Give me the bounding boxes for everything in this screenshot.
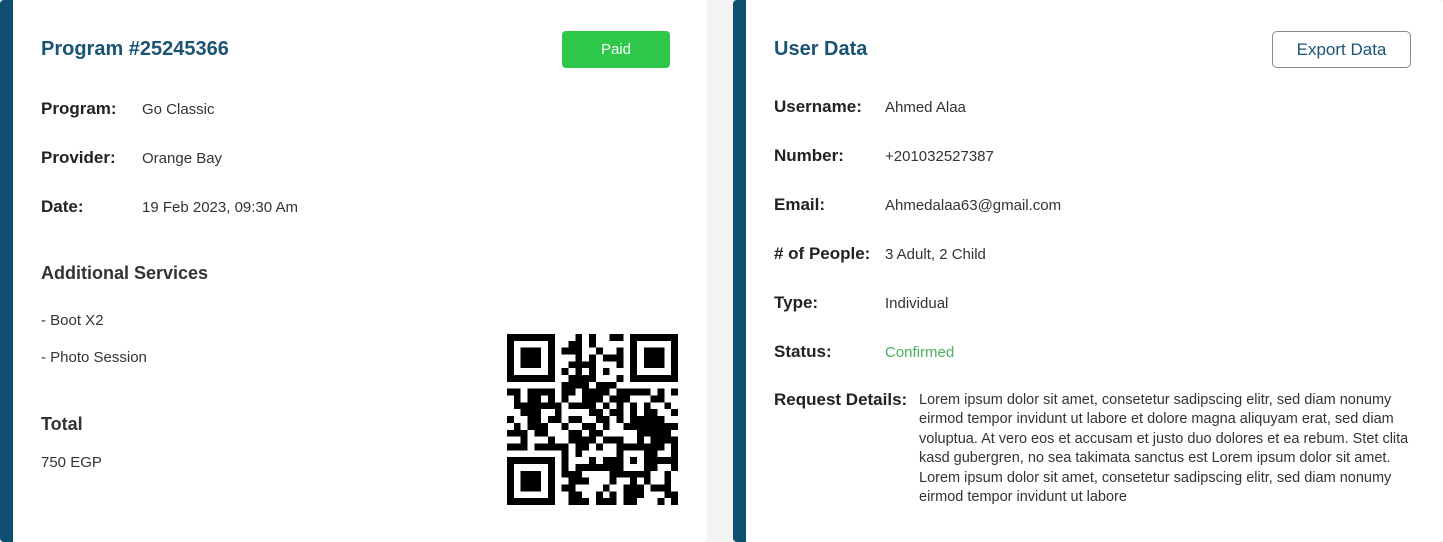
type-value: Individual xyxy=(885,295,949,312)
number-row: Number: +201032527387 xyxy=(774,146,994,166)
request-label-row: Request Details: xyxy=(774,390,907,410)
email-value: Ahmedalaa63@gmail.com xyxy=(885,197,1062,214)
username-label: Username: xyxy=(774,97,862,116)
program-label: Program: xyxy=(41,99,117,118)
people-row: # of People: 3 Adult, 2 Child xyxy=(774,244,986,264)
username-row: Username: Ahmed Alaa xyxy=(774,97,966,117)
type-label: Type: xyxy=(774,293,819,312)
type-row: Type: Individual xyxy=(774,293,948,313)
qr-code-icon xyxy=(507,334,678,505)
date-row: Date: 19 Feb 2023, 09:30 Am xyxy=(41,197,298,217)
date-label: Date: xyxy=(41,197,84,216)
user-data-card: User Data Export Data Username: Ahmed Al… xyxy=(733,0,1443,542)
program-row: Program: Go Classic xyxy=(41,99,215,119)
paid-status-badge: Paid xyxy=(562,31,670,68)
program-card: Program #25245366 Paid Program: Go Class… xyxy=(0,0,707,542)
service-item: - Photo Session xyxy=(41,349,147,366)
export-data-button[interactable]: Export Data xyxy=(1272,31,1411,68)
number-value: +201032527387 xyxy=(885,148,994,165)
provider-row: Provider: Orange Bay xyxy=(41,148,222,168)
status-value: Confirmed xyxy=(885,344,955,361)
total-heading: Total xyxy=(41,414,83,434)
service-item: - Boot X2 xyxy=(41,312,104,329)
status-row: Status: Confirmed xyxy=(774,342,954,362)
additional-services-heading: Additional Services xyxy=(41,263,209,283)
program-title: Program #25245366 xyxy=(41,38,229,60)
provider-label: Provider: xyxy=(41,148,116,167)
email-label: Email: xyxy=(774,195,826,214)
username-value: Ahmed Alaa xyxy=(885,99,966,116)
user-data-title: User Data xyxy=(774,38,868,60)
people-value: 3 Adult, 2 Child xyxy=(885,246,986,263)
total-value: 750 EGP xyxy=(41,454,102,471)
email-row: Email: Ahmedalaa63@gmail.com xyxy=(774,195,1061,215)
provider-value: Orange Bay xyxy=(142,150,223,167)
number-label: Number: xyxy=(774,146,844,165)
date-value: 19 Feb 2023, 09:30 Am xyxy=(142,199,298,216)
people-label: # of People: xyxy=(774,244,871,263)
request-details-label: Request Details: xyxy=(774,390,908,409)
request-details-text: Lorem ipsum dolor sit amet, consetetur s… xyxy=(919,392,1409,506)
program-value: Go Classic xyxy=(142,101,215,118)
status-label: Status: xyxy=(774,342,832,361)
